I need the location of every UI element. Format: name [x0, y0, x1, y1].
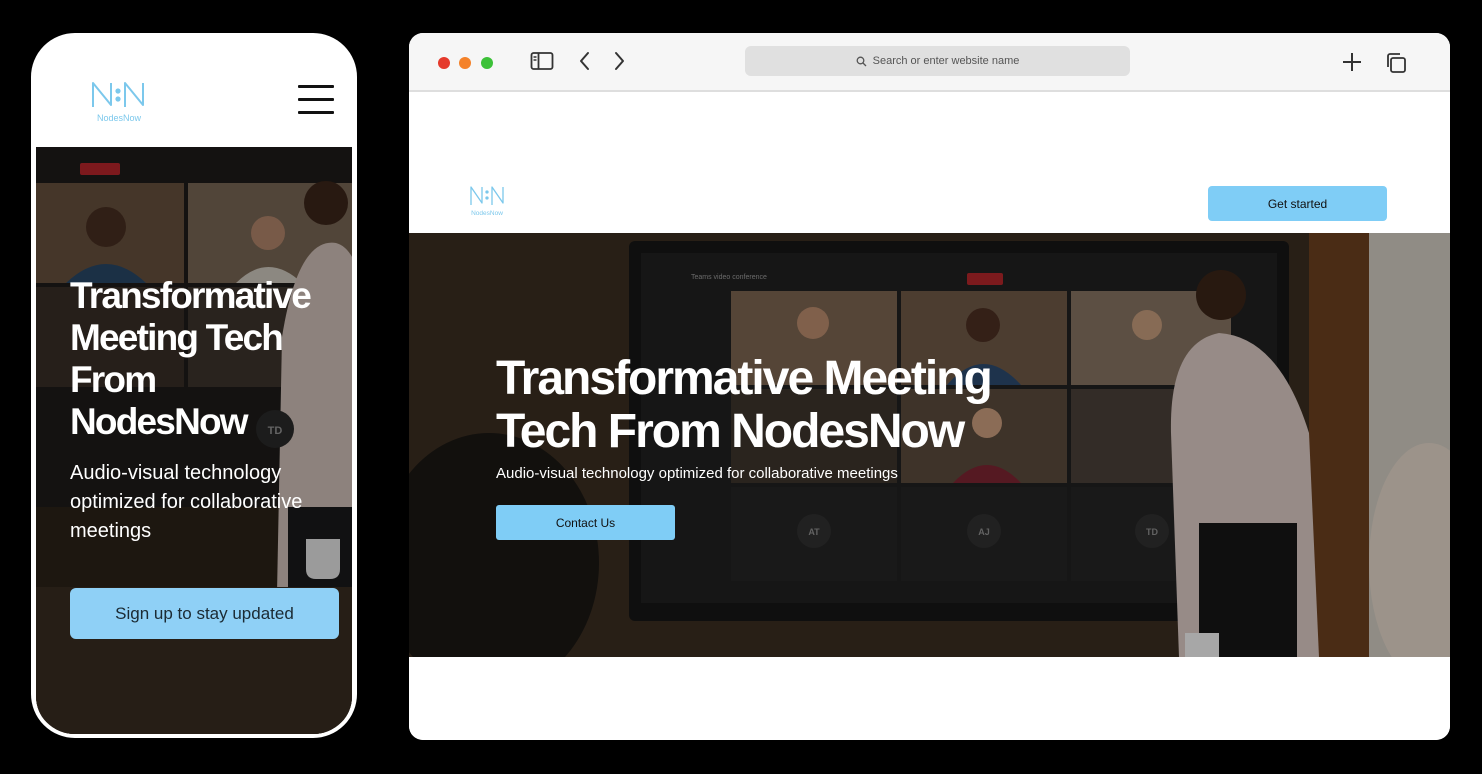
- site-logo-text: NodesNow: [471, 210, 503, 217]
- hero-subtitle: Audio-visual technology optimized for co…: [496, 465, 898, 482]
- search-icon: [856, 56, 867, 66]
- close-window-button[interactable]: [438, 57, 450, 69]
- mobile-hero-subtitle: Audio-visual technology optimized for co…: [70, 462, 303, 542]
- address-placeholder: Search or enter website name: [872, 55, 1020, 67]
- mobile-header: NodesNow: [35, 37, 353, 147]
- contact-us-button[interactable]: Contact Us: [496, 505, 675, 540]
- get-started-button[interactable]: Get started: [1208, 186, 1387, 221]
- browser-window: Search or enter website name NodesNow Ge…: [409, 33, 1450, 740]
- hero-title: Transformative Meeting Tech From NodesNo…: [496, 352, 993, 458]
- back-icon[interactable]: [578, 51, 592, 71]
- mobile-logo-text: NodesNow: [97, 113, 142, 123]
- signup-button[interactable]: Sign up to stay updated: [70, 588, 339, 639]
- site-logo[interactable]: NodesNow: [469, 185, 507, 217]
- mobile-hero: TD Transformative Meeting Tech From Node…: [36, 147, 352, 734]
- maximize-window-button[interactable]: [481, 57, 493, 69]
- mobile-device-frame: NodesNow TD Transformative Meeting Tech …: [31, 33, 357, 738]
- new-tab-icon[interactable]: [1341, 51, 1363, 73]
- browser-toolbar: Search or enter website name: [409, 33, 1450, 92]
- mobile-hero-title: Transformative Meeting Tech From NodesNo…: [70, 275, 312, 442]
- minimize-window-button[interactable]: [459, 57, 471, 69]
- sidebar-icon[interactable]: [530, 51, 554, 71]
- tabs-overview-icon[interactable]: [1384, 51, 1408, 75]
- site-footer-area: [409, 657, 1450, 740]
- forward-icon[interactable]: [612, 51, 626, 71]
- nodesnow-logo[interactable]: NodesNow: [89, 79, 149, 125]
- address-bar[interactable]: Search or enter website name: [745, 46, 1130, 76]
- hero-section: Teams video conference AT AJ TD Transfor…: [409, 233, 1450, 657]
- hamburger-menu-icon[interactable]: [298, 85, 334, 117]
